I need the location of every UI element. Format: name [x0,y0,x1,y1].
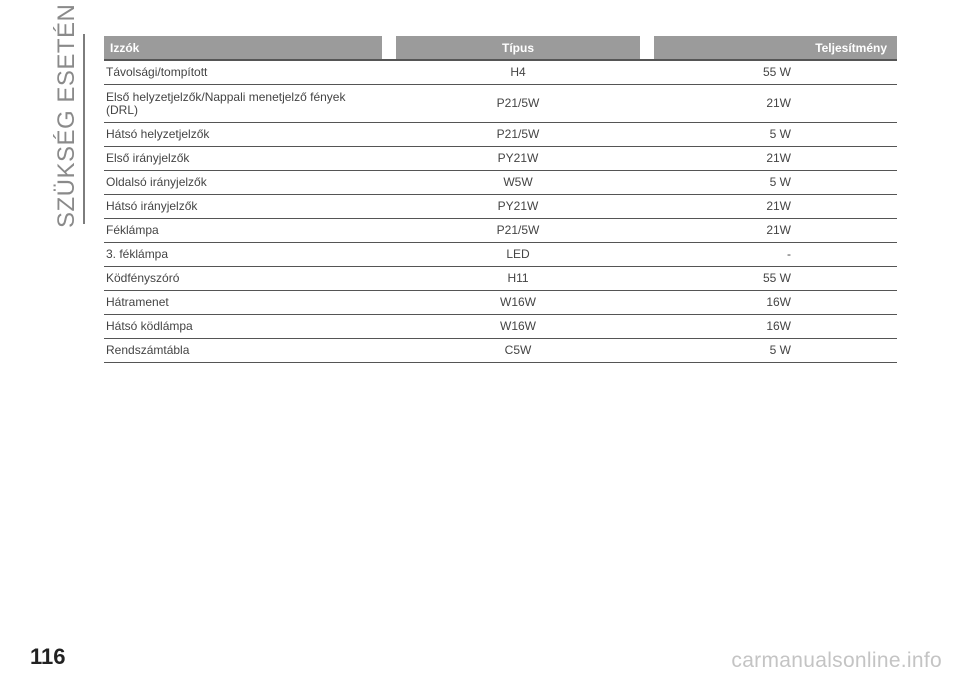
header-gap [382,36,396,61]
table-row: Távolsági/tompított H4 55 W [104,60,897,85]
bulb-type: PY21W [396,194,640,219]
page-number: 116 [30,644,66,669]
table-row: Első irányjelzők PY21W 21W [104,146,897,171]
bulb-name: Ködfényszóró [104,266,382,291]
bulb-type: W16W [396,290,640,315]
bulb-type: H4 [396,60,640,85]
bulb-name: Hátsó irányjelzők [104,194,382,219]
bulb-name: Oldalsó irányjelzők [104,170,382,195]
table-row: Hátramenet W16W 16W [104,290,897,315]
header-bulbs: Izzók [104,36,382,61]
bulb-name: Féklámpa [104,218,382,243]
bulb-name: Hátsó ködlámpa [104,314,382,339]
bulb-type: W16W [396,314,640,339]
bulb-type: P21/5W [396,218,640,243]
table-row: Rendszámtábla C5W 5 W [104,338,897,363]
bulb-type: P21/5W [396,84,640,123]
bulb-power: - [654,242,897,267]
table-row: Ködfényszóró H11 55 W [104,266,897,291]
bulb-power: 21W [654,194,897,219]
bulb-type: H11 [396,266,640,291]
table-row: 3. féklámpa LED - [104,242,897,267]
table-row: Hátsó ködlámpa W16W 16W [104,314,897,339]
section-title: SZÜKSÉG ESETÉN [53,3,80,228]
table-row: Hátsó helyzetjelzők P21/5W 5 W [104,122,897,147]
bulb-power: 5 W [654,122,897,147]
bulb-power: 55 W [654,60,897,85]
bulb-type: LED [396,242,640,267]
bulb-power: 21W [654,218,897,243]
header-power: Teljesítmény [654,36,897,61]
bulb-type: W5W [396,170,640,195]
bulb-name: Távolsági/tompított [104,60,382,85]
bulb-name: Első irányjelzők [104,146,382,171]
bulb-power: 5 W [654,170,897,195]
bulb-type: C5W [396,338,640,363]
bulb-name: Hátsó helyzetjelzők [104,122,382,147]
watermark: carmanualsonline.info [731,649,942,672]
bulb-name: Rendszámtábla [104,338,382,363]
header-gap [640,36,654,61]
table-row: Oldalsó irányjelzők W5W 5 W [104,170,897,195]
bulb-power: 16W [654,314,897,339]
bulb-name: Hátramenet [104,290,382,315]
header-type: Típus [396,36,640,61]
bulb-power: 16W [654,290,897,315]
bulb-table: Izzók Típus Teljesítmény Távolsági/tompí… [104,36,897,363]
bulb-power: 5 W [654,338,897,363]
table-header-row: Izzók Típus Teljesítmény [104,36,897,61]
bulb-name: Első helyzetjelzők/Nappali menetjelző fé… [104,84,382,123]
table-row: Hátsó irányjelzők PY21W 21W [104,194,897,219]
section-divider [83,34,85,224]
bulb-type: PY21W [396,146,640,171]
bulb-power: 21W [654,146,897,171]
table-row: Féklámpa P21/5W 21W [104,218,897,243]
bulb-power: 21W [654,84,897,123]
bulb-power: 55 W [654,266,897,291]
table-row: Első helyzetjelzők/Nappali menetjelző fé… [104,84,897,123]
bulb-name: 3. féklámpa [104,242,382,267]
bulb-type: P21/5W [396,122,640,147]
